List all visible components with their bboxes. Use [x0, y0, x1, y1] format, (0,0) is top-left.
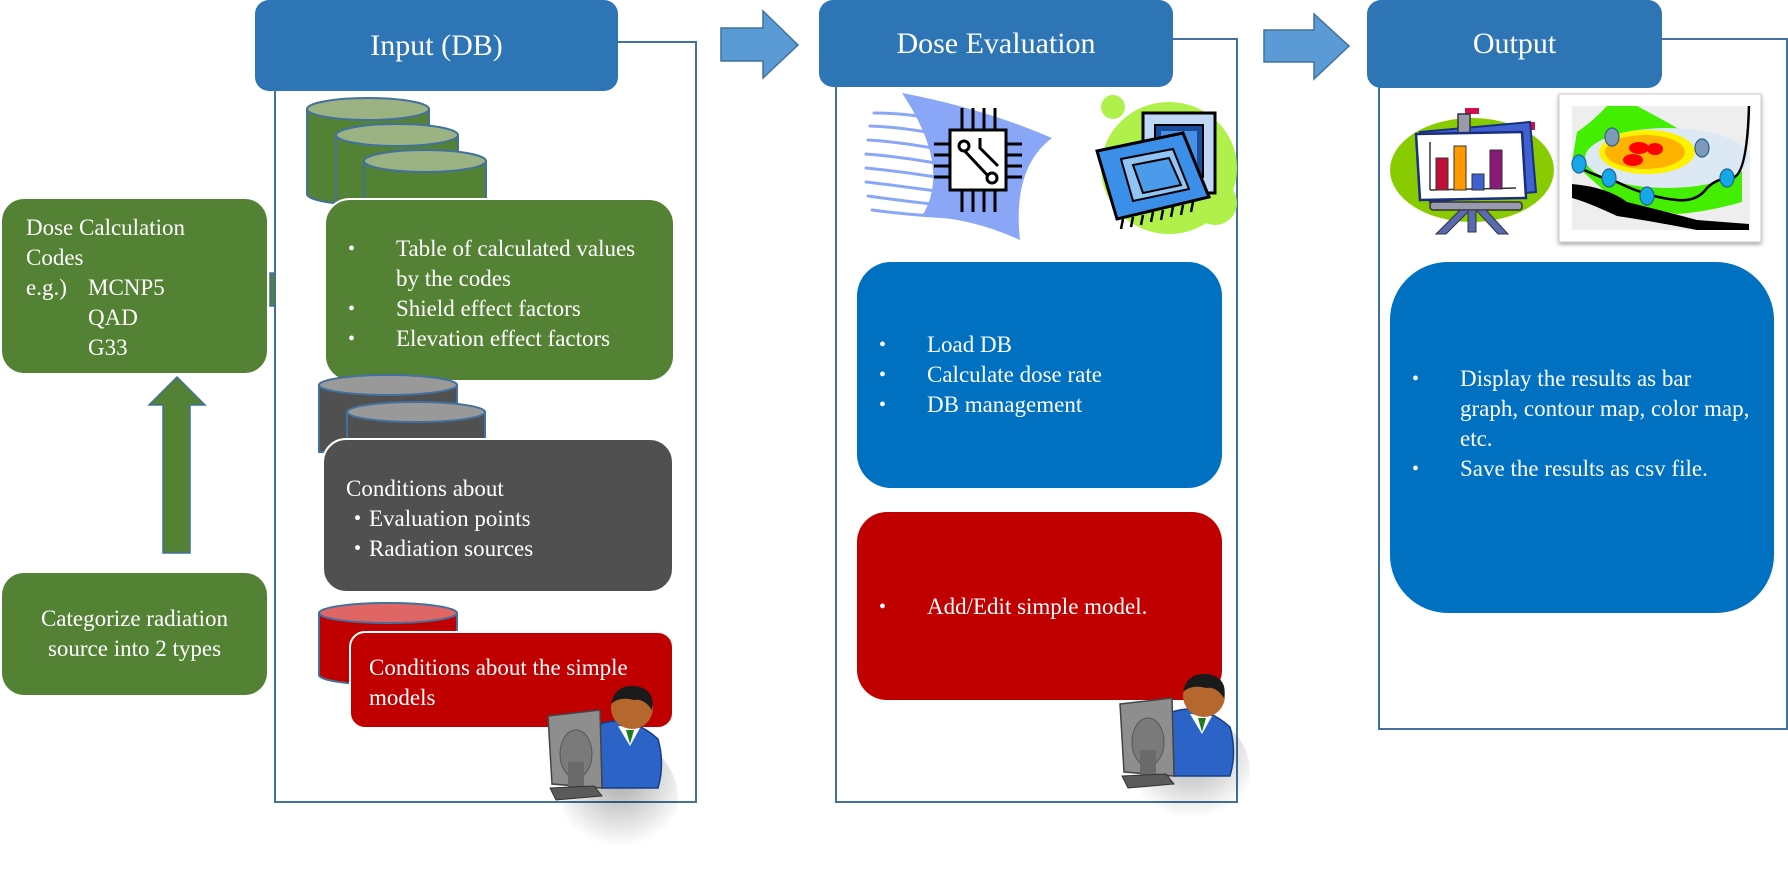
list-item: Add/Edit simple model. — [857, 592, 1212, 622]
list-item: ・Evaluation points — [346, 506, 531, 531]
processor-icon — [1095, 95, 1237, 234]
right-arrow-blue — [1263, 12, 1351, 81]
user-computer-icon — [1119, 673, 1250, 830]
categorize-source-box: Categorize radiation source into 2 types — [2, 573, 267, 695]
list-item: Shield effect factors — [326, 294, 663, 324]
code-mcnp5: MCNP5 — [88, 275, 165, 300]
list-item: Display the results as bar graph, contou… — [1390, 364, 1760, 454]
input-codes-table-box: Table of calculated values by the codes … — [324, 198, 675, 382]
list-item: Elevation effect factors — [326, 324, 663, 354]
stage-header-dose-evaluation: Dose Evaluation — [819, 0, 1173, 87]
list-item: Calculate dose rate — [857, 360, 1212, 390]
user-computer-icon — [547, 685, 678, 859]
stage-title: Output — [1472, 27, 1557, 60]
database-icon — [306, 97, 487, 213]
codes-title-line1: Dose Calculation — [26, 215, 186, 240]
categorize-line2: source into 2 types — [47, 636, 222, 661]
circuit-chip-icon — [864, 93, 1052, 240]
output-functions-box: Display the results as bar graph, contou… — [1390, 262, 1774, 613]
bar-chart-easel-icon — [1390, 108, 1554, 235]
conditions-heading: Conditions about — [346, 476, 504, 501]
dose-evaluation-functions-box: Load DB Calculate dose rate DB managemen… — [857, 262, 1222, 488]
up-arrow — [147, 375, 207, 554]
categorize-line1: Categorize radiation — [40, 606, 229, 631]
contour-map-icon — [1558, 93, 1762, 243]
right-arrow-blue — [720, 9, 800, 80]
dose-calculation-codes-box: Dose Calculation Codes e.g.) MCNP5 QAD G… — [2, 199, 267, 373]
codes-title-line2: Codes — [26, 245, 84, 270]
stage-title: Dose Evaluation — [896, 26, 1096, 60]
list-item: ・Radiation sources — [346, 536, 534, 561]
list-item: DB management — [857, 390, 1212, 420]
list-item: Save the results as csv file. — [1390, 454, 1760, 484]
code-qad: QAD — [88, 305, 138, 330]
stage-title: Input (DB) — [370, 28, 503, 62]
stage-header-input: Input (DB) — [255, 0, 618, 91]
list-item: Table of calculated values by the codes — [326, 234, 663, 294]
code-g33: G33 — [88, 335, 128, 360]
eg-label: e.g.) — [26, 275, 67, 300]
input-conditions-box: Conditions about ・Evaluation points ・Rad… — [322, 438, 674, 593]
stage-header-output: Output — [1367, 0, 1662, 88]
list-item: Load DB — [857, 330, 1212, 360]
